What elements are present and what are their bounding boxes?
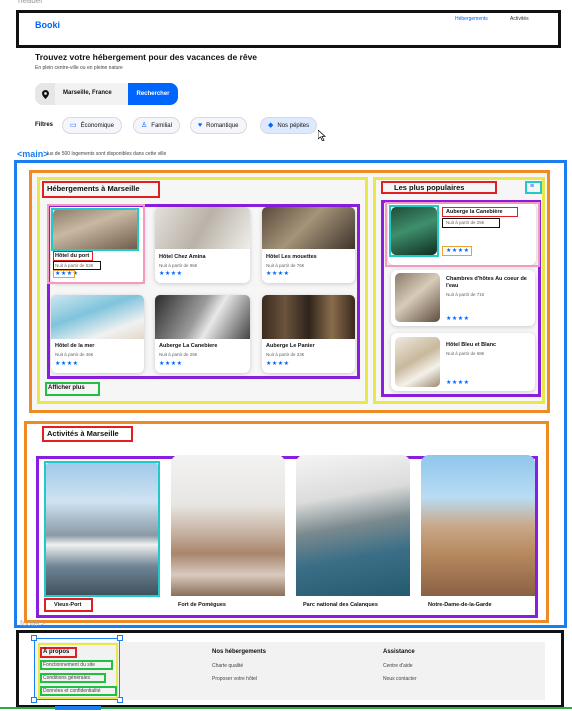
gem-icon: ◆ — [268, 122, 274, 129]
hotel-photo — [395, 337, 440, 387]
activity-label[interactable]: Notre-Dame-de-la-Garde — [428, 602, 492, 608]
card-price: Nuit à partir de 46€ — [55, 352, 94, 357]
rating-stars: ★★★★ — [266, 271, 290, 277]
hotel-photo — [262, 207, 355, 249]
hotel-photo — [262, 295, 355, 339]
footer-link[interactable]: Données et confidentialité — [43, 688, 101, 694]
filter-romantique[interactable]: ♥ Romantique — [190, 117, 247, 134]
popular-title: Les plus populaires — [394, 183, 465, 192]
hero-subtitle: En plein centre-ville ou en pleine natur… — [35, 65, 123, 71]
hotel-photo — [395, 273, 440, 322]
footer-link[interactable]: Nous contacter — [383, 676, 417, 682]
rating-frame — [53, 270, 75, 278]
hotel-photo — [155, 207, 250, 249]
price-frame — [53, 261, 101, 270]
header-tag: header — [18, 0, 43, 5]
card-title: Auberge La Canebiere — [159, 343, 218, 349]
search-input[interactable]: Marseille, France — [63, 90, 112, 96]
filter-economique[interactable]: ▭ Économique — [62, 117, 122, 134]
card-price: Nuit à partir de 71€ — [446, 292, 485, 297]
rating-stars: ★★★★ — [159, 361, 183, 367]
hotel-photo — [51, 295, 144, 339]
footer-tag: footer> — [20, 619, 46, 628]
title-frame — [53, 251, 93, 261]
card-title: Hôtel Bleu et Blanc — [446, 342, 497, 348]
activity-label[interactable]: Vieux-Port — [54, 602, 81, 608]
search-button[interactable]: Rechercher — [128, 83, 178, 105]
rating-stars: ★★★★ — [446, 248, 470, 254]
card-price: Nuit à partir de 25€ — [446, 220, 485, 225]
trend-icon: ≡ — [530, 183, 535, 190]
hero-title: Trouvez votre hébergement pour des vacan… — [35, 52, 258, 62]
nav-hebergements[interactable]: Hébergements — [455, 16, 488, 22]
card-title: Hôtel de la mer — [55, 343, 95, 349]
resize-handle[interactable] — [31, 635, 37, 641]
card-title: Hôtel Les mouettes — [266, 254, 317, 260]
card-title: Hôtel Chez Amina — [159, 254, 206, 260]
rating-stars: ★★★★ — [266, 361, 290, 367]
location-icon — [35, 83, 55, 105]
footer-link[interactable]: Centre d'aide — [383, 663, 413, 669]
info-text: lus de 500 logements sont disponibles da… — [47, 151, 167, 157]
heart-icon: ♥ — [198, 122, 203, 129]
show-more-link[interactable]: Afficher plus — [48, 385, 85, 391]
card-title: Auberge Le Panier — [266, 343, 315, 349]
accommodations-title: Hébergements à Marseille — [47, 184, 140, 193]
filters-label: Filtres — [35, 122, 54, 128]
filter-label: Nos pépites — [277, 122, 310, 129]
footer-link[interactable]: Conditions générales — [43, 675, 90, 681]
activities-title: Activités à Marseille — [47, 429, 119, 438]
card-price: Nuit à partir de 25€ — [159, 352, 198, 357]
rating-stars: ★★★★ — [446, 380, 470, 386]
rating-stars: ★★★★ — [55, 361, 79, 367]
activity-label[interactable]: Parc national des Calanques — [303, 602, 378, 608]
footer-title-apropos: À propos — [43, 649, 70, 655]
activity-photo — [171, 455, 285, 596]
filter-label: Romantique — [206, 122, 239, 129]
footer-link[interactable]: Charte qualité — [212, 663, 243, 669]
cursor-icon — [317, 128, 327, 146]
footer-link[interactable]: Fonctionnement du site — [43, 662, 95, 668]
activity-photo — [296, 455, 410, 596]
footer-link[interactable]: Proposer votre hôtel — [212, 676, 257, 682]
card-price: Nuit à partir de 76€ — [266, 263, 305, 268]
child-icon: ♙ — [141, 122, 148, 129]
resize-handle[interactable] — [117, 635, 123, 641]
activity-photo — [421, 455, 535, 596]
scroll-indicator[interactable] — [55, 706, 101, 710]
filter-pepites[interactable]: ◆ Nos pépites — [260, 117, 318, 134]
rating-stars: ★★★★ — [446, 316, 470, 322]
nav-activites[interactable]: Activités — [510, 16, 529, 22]
hotel-photo — [155, 295, 250, 339]
money-icon: ▭ — [70, 122, 77, 129]
card-title: Auberge la Canebière — [446, 209, 503, 215]
activity-label[interactable]: Fort de Pomègues — [178, 602, 226, 608]
footer-title-assistance: Assistance — [383, 649, 415, 655]
resize-handle[interactable] — [31, 697, 37, 703]
rating-stars: ★★★★ — [159, 271, 183, 277]
filter-label: Familial — [151, 122, 172, 129]
card-price: Nuit à partir de 23€ — [266, 352, 305, 357]
card-price: Nuit à partir de 68€ — [446, 351, 485, 356]
card-title: Chambres d'hôtes Au coeur de l'eau — [446, 276, 527, 289]
main-tag: <main> — [17, 149, 49, 159]
logo[interactable]: Booki — [35, 20, 60, 30]
filter-label: Économique — [80, 122, 114, 129]
filter-familial[interactable]: ♙ Familial — [133, 117, 180, 134]
img-frame — [44, 461, 160, 597]
card-price: Nuit à partir de 96€ — [159, 263, 198, 268]
footer-title-hebergements: Nos hébergements — [212, 649, 267, 655]
